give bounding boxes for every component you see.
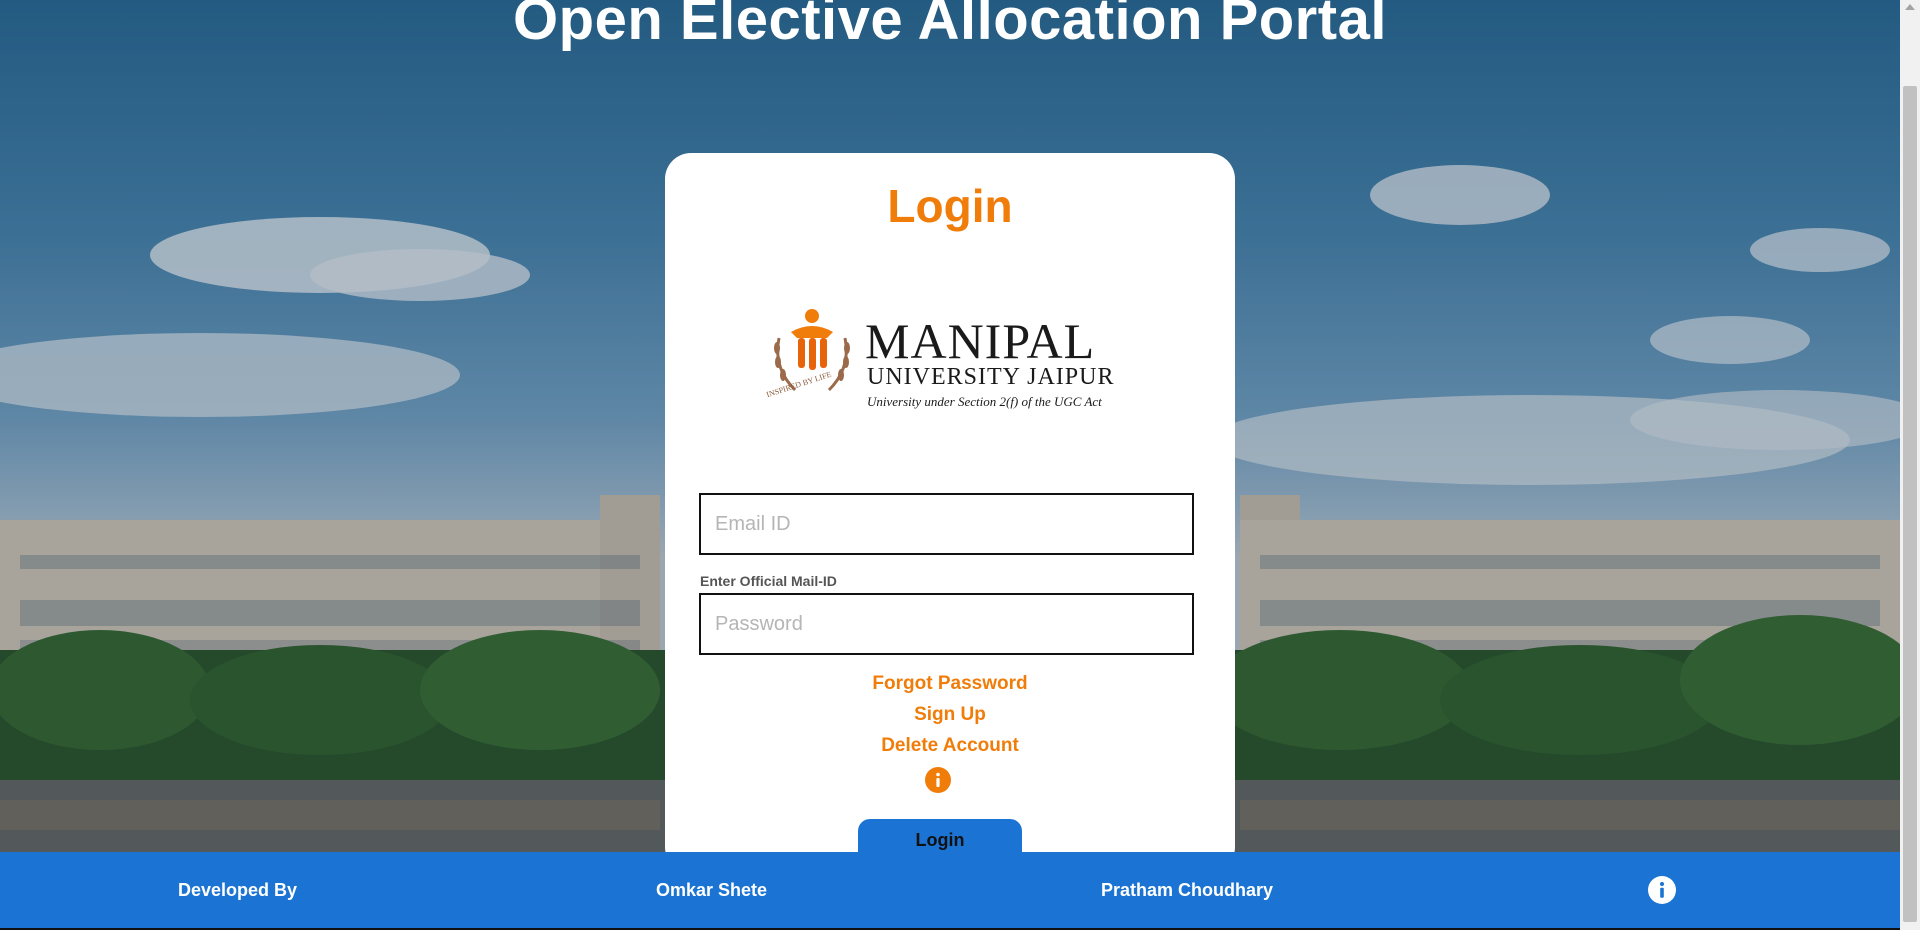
logo-tagline: University under Section 2(f) of the UGC… bbox=[867, 394, 1102, 409]
vertical-scrollbar[interactable] bbox=[1900, 0, 1920, 930]
logo-name: MANIPAL bbox=[865, 313, 1096, 369]
scrollbar-thumb[interactable] bbox=[1903, 86, 1917, 922]
footer-info-icon[interactable] bbox=[1648, 876, 1676, 904]
footer-developer-2: Pratham Choudhary bbox=[1101, 880, 1274, 900]
footer: Developed By Omkar Shete Pratham Choudha… bbox=[0, 852, 1900, 928]
forgot-password-link[interactable]: Forgot Password bbox=[665, 673, 1235, 695]
delete-account-link[interactable]: Delete Account bbox=[665, 735, 1235, 757]
info-icon[interactable] bbox=[925, 767, 951, 793]
logo-subtitle: UNIVERSITY JAIPUR bbox=[867, 364, 1115, 390]
login-heading: Login bbox=[887, 180, 1013, 232]
footer-developed-by: Developed By bbox=[178, 880, 298, 900]
footer-developer-1: Omkar Shete bbox=[656, 880, 768, 900]
page-viewport: Open Elective Allocation Portal Login IN… bbox=[0, 0, 1900, 930]
page-title: Open Elective Allocation Portal bbox=[513, 0, 1387, 52]
email-helper-text: Enter Official Mail-ID bbox=[700, 573, 837, 589]
email-field[interactable] bbox=[699, 493, 1194, 555]
sign-up-link[interactable]: Sign Up bbox=[665, 704, 1235, 726]
password-field[interactable] bbox=[699, 593, 1194, 655]
scroll-up-arrow-icon[interactable] bbox=[1905, 4, 1915, 10]
login-card: Login INSPIRED BY LIFE MANIPAL UNIVERSIT… bbox=[665, 153, 1235, 873]
university-logo: INSPIRED BY LIFE MANIPAL UNIVERSITY JAIP… bbox=[765, 298, 1135, 409]
